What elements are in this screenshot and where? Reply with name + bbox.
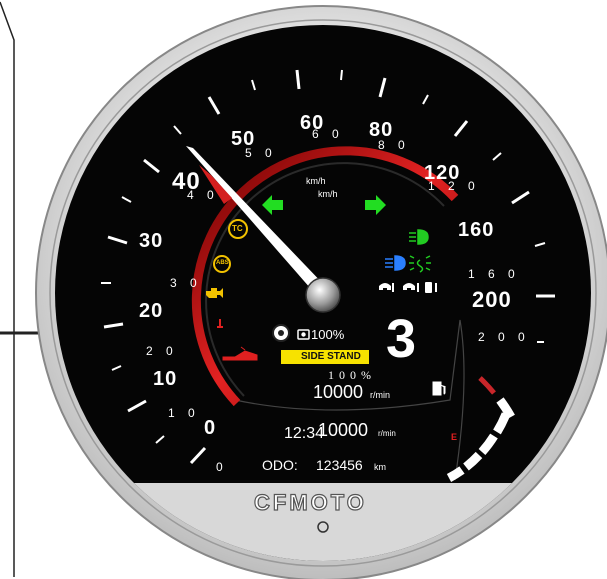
rpm-unit: r/min: [370, 390, 390, 400]
traction-control-label: TC: [232, 224, 243, 233]
speed-unit-label: km/h: [306, 176, 326, 186]
speed-subtick-120: 1 2 0: [428, 179, 480, 193]
speed-subtick-30: 3 0: [170, 276, 202, 290]
needle-hub: [305, 277, 341, 313]
odometer-unit: km: [374, 462, 386, 472]
speed-subtick-20: 2 0: [146, 344, 178, 358]
speed-subtick-10: 1 0: [168, 406, 200, 420]
clock-rpm-overlay: 10000: [318, 420, 369, 440]
odometer-value: 123456: [316, 457, 363, 473]
speed-subtick-80: 8 0: [378, 138, 410, 152]
fuel-empty-label: E: [451, 432, 458, 442]
speed-tick-160: 160: [458, 219, 495, 241]
speed-tick-0: 0: [204, 417, 217, 439]
speed-tick-30: 30: [139, 230, 164, 252]
camera-lens: [301, 332, 306, 337]
speed-tick-200: 200: [472, 287, 512, 312]
speed-subtick-0: 0: [216, 460, 228, 474]
rpm-percent: 1 0 0 %: [328, 368, 372, 382]
speed-unit-label-digital: km/h: [318, 189, 338, 199]
gear-indicator: 3: [386, 309, 417, 369]
speed-subtick-60: 6 0: [312, 127, 344, 141]
speed-subtick-50: 5 0: [245, 146, 277, 160]
side-stand-label: SIDE STAND: [301, 351, 361, 362]
speed-subtick-200: 2 0 0: [478, 330, 530, 344]
rpm-value: 10000: [313, 382, 364, 402]
speed-subtick-160: 1 6 0: [468, 267, 520, 281]
odometer-label: ODO:: [262, 457, 298, 473]
clock-rpm-unit: r/min: [378, 429, 396, 438]
camera-percent: 100%: [311, 327, 345, 342]
frame-bracket: [0, 1, 15, 577]
abs-label: ABS: [216, 260, 229, 266]
dashboard-canvas: 0 10 20 30 40 50 60 80 120 160 200 0 1 0…: [0, 0, 607, 579]
speed-tick-10: 10: [153, 368, 178, 390]
speed-tick-20: 20: [139, 300, 164, 322]
side-stand-warning: SIDE STAND: [281, 350, 369, 364]
speed-subtick-40: 4 0: [187, 188, 219, 202]
callout-marker-dot: [278, 330, 284, 336]
brand-logo: CFMOTO: [253, 489, 367, 515]
